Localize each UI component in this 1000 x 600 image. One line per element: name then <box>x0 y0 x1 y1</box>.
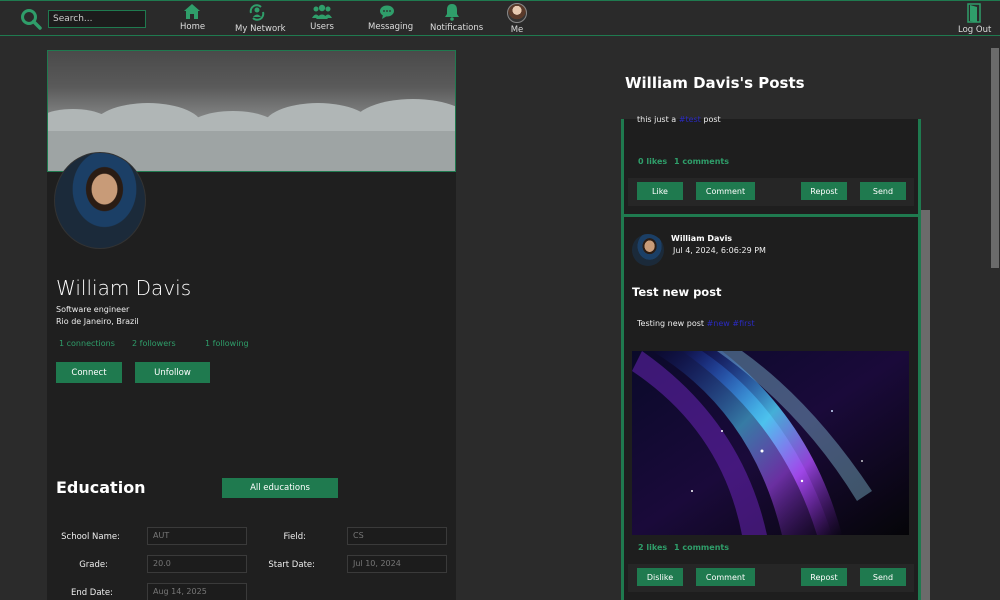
all-educations-button[interactable]: All educations <box>222 478 338 498</box>
end-date-field[interactable]: Aug 14, 2025 <box>147 583 247 600</box>
post-author-avatar[interactable] <box>632 234 664 266</box>
users-icon <box>312 4 332 19</box>
comment-button[interactable]: Comment <box>696 568 755 586</box>
unfollow-button[interactable]: Unfollow <box>135 362 210 383</box>
nav-messaging[interactable]: Messaging <box>368 3 414 32</box>
message-icon <box>380 5 394 19</box>
search-input[interactable] <box>48 10 146 28</box>
repost-button[interactable]: Repost <box>801 568 847 586</box>
avatar <box>507 3 527 23</box>
nav-notifications-label: Notifications <box>430 23 484 33</box>
profile-location: Rio de Janeiro, Brazil <box>56 317 139 326</box>
repost-button[interactable]: Repost <box>801 182 847 200</box>
likes-count[interactable]: 2 likes <box>638 543 667 552</box>
hashtag-link[interactable]: #test <box>679 115 701 124</box>
top-nav: Home My Network Users Messaging <box>0 0 1000 36</box>
post-card: William Davis Jul 4, 2024, 6:06:29 PM Te… <box>621 217 921 600</box>
grade-field[interactable]: 20.0 <box>147 555 247 573</box>
school-name-field[interactable]: AUT <box>147 527 247 545</box>
field-field[interactable]: CS <box>347 527 447 545</box>
dislike-button[interactable]: Dislike <box>637 568 683 586</box>
send-button[interactable]: Send <box>860 182 906 200</box>
profile-name: William Davis <box>56 276 192 300</box>
like-button[interactable]: Like <box>637 182 683 200</box>
nav-me-label: Me <box>510 25 524 35</box>
school-name-label: School Name: <box>61 532 120 542</box>
logout-icon <box>967 3 981 23</box>
bell-icon <box>445 4 459 21</box>
post-actions: Dislike Comment Repost Send <box>628 564 914 592</box>
comments-count[interactable]: 1 comments <box>674 543 729 552</box>
nav-users-label: Users <box>310 22 334 32</box>
following-link[interactable]: 1 following <box>205 339 249 348</box>
nav-messaging-label: Messaging <box>368 22 414 32</box>
comments-count[interactable]: 1 comments <box>674 157 729 166</box>
followers-link[interactable]: 2 followers <box>132 339 176 348</box>
post-date: Jul 4, 2024, 6:06:29 PM <box>673 246 766 255</box>
home-icon <box>184 4 200 19</box>
posts-scrollbar[interactable] <box>921 210 930 600</box>
connections-link[interactable]: 1 connections <box>59 339 115 348</box>
grade-label: Grade: <box>79 560 108 570</box>
post-heading: Test new post <box>632 285 722 299</box>
post-author[interactable]: William Davis <box>671 234 732 243</box>
nav-notifications[interactable]: Notifications <box>430 3 484 33</box>
logout-button[interactable]: Log Out <box>958 3 992 35</box>
post-image <box>632 351 909 535</box>
start-date-field[interactable]: Jul 10, 2024 <box>347 555 447 573</box>
start-date-label: Start Date: <box>268 560 315 570</box>
nav-my-network[interactable]: My Network <box>235 3 286 34</box>
connect-button[interactable]: Connect <box>56 362 122 383</box>
nav-me[interactable]: Me <box>506 3 528 35</box>
network-icon <box>249 4 265 21</box>
send-button[interactable]: Send <box>860 568 906 586</box>
posts-panel: this just a #test post 0 likes 1 comment… <box>621 115 921 600</box>
post-text: Testing new post #new #first <box>637 319 755 328</box>
nav-home-label: Home <box>180 22 206 32</box>
nav-home[interactable]: Home <box>180 3 206 32</box>
post-actions: Like Comment Repost Send <box>628 178 914 206</box>
post-card: this just a #test post 0 likes 1 comment… <box>621 115 921 217</box>
profile-headline: Software engineer <box>56 305 130 314</box>
posts-title: William Davis's Posts <box>625 74 805 92</box>
logout-label: Log Out <box>958 25 992 35</box>
nav-my-network-label: My Network <box>235 24 286 34</box>
nav-users[interactable]: Users <box>310 3 334 32</box>
field-label: Field: <box>283 532 306 542</box>
search-icon[interactable] <box>20 8 42 30</box>
hashtag-link[interactable]: #new #first <box>707 319 755 328</box>
page-scrollbar-thumb[interactable] <box>991 48 999 268</box>
education-title: Education <box>56 478 146 497</box>
profile-card: William Davis Software engineer Rio de J… <box>47 50 456 600</box>
likes-count[interactable]: 0 likes <box>638 157 667 166</box>
end-date-label: End Date: <box>70 588 113 598</box>
comment-button[interactable]: Comment <box>696 182 755 200</box>
post-text: this just a #test post <box>637 115 721 124</box>
profile-avatar <box>54 152 146 249</box>
